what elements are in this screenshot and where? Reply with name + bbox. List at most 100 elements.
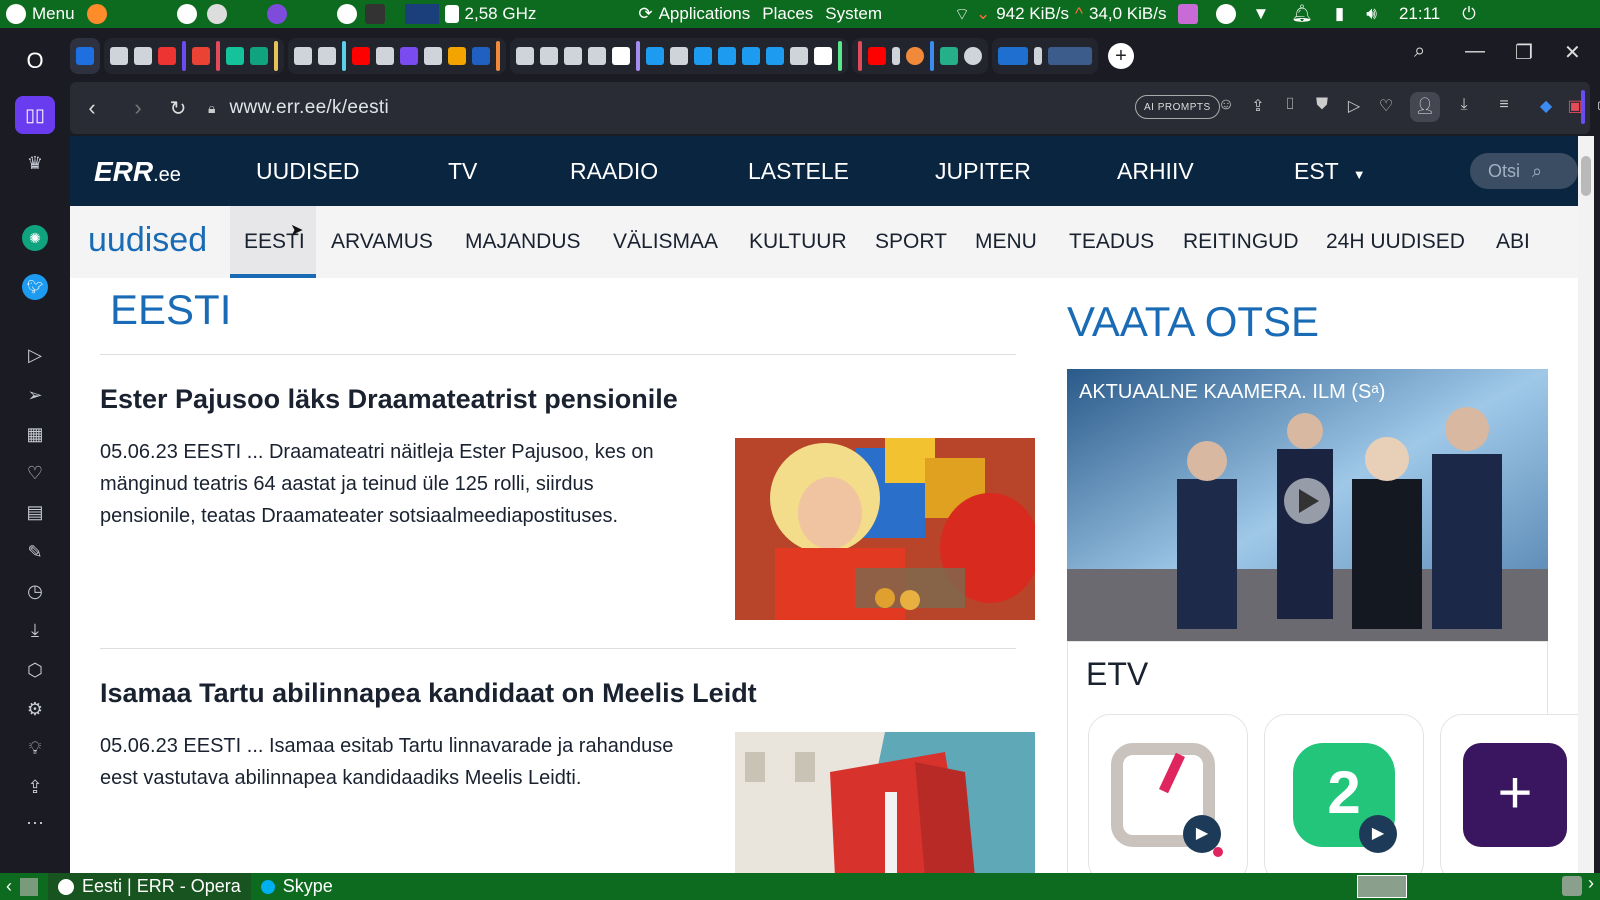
doc-tab-icon[interactable] xyxy=(588,47,606,65)
err-tab-icon[interactable] xyxy=(998,47,1028,65)
infinity-tab-icon[interactable] xyxy=(400,47,418,65)
audio-monitor-icon[interactable] xyxy=(1178,4,1199,24)
crown-icon[interactable]: ♛ xyxy=(22,150,48,176)
doc-tab-icon[interactable] xyxy=(134,47,152,65)
subnav-reitingud[interactable]: REITINGUD xyxy=(1183,230,1299,254)
twitter-tab-icon[interactable] xyxy=(694,47,712,65)
opera-menu-icon[interactable]: O xyxy=(22,48,48,74)
snapshot-icon[interactable]: ⌷ xyxy=(1279,96,1301,118)
wifi-icon[interactable]: ▼ xyxy=(1252,4,1269,24)
tor-icon[interactable] xyxy=(266,4,287,24)
doc-tab-icon[interactable] xyxy=(110,47,128,65)
trash-icon[interactable] xyxy=(1562,876,1582,896)
pinboard-icon[interactable]: ✎ xyxy=(22,539,48,565)
extension-gem-icon[interactable]: ◆ xyxy=(1535,96,1557,118)
extensions-cube-icon[interactable]: ⬡ xyxy=(1593,96,1600,118)
err-logo[interactable]: ERR.ee xyxy=(94,156,181,188)
applications-menu[interactable]: ⟳ Applications xyxy=(632,4,756,24)
forward-button[interactable]: › xyxy=(120,95,156,121)
reload-button[interactable]: ↻ xyxy=(160,96,196,121)
speaker-tab-icon[interactable] xyxy=(892,47,900,65)
nav-uudised[interactable]: UUDISED xyxy=(256,158,360,185)
museum-tab-icon[interactable] xyxy=(376,47,394,65)
doc-tab-icon[interactable] xyxy=(564,47,582,65)
app-launcher-icon[interactable] xyxy=(176,4,197,24)
slides-tab-icon[interactable] xyxy=(448,47,466,65)
clock-tab-icon[interactable] xyxy=(158,47,176,65)
new-tab-button[interactable]: + xyxy=(1108,43,1134,69)
notification-bell-icon[interactable]: 🔔︎ xyxy=(1291,4,1313,24)
twitter-tab-icon[interactable] xyxy=(766,47,784,65)
search-input[interactable]: Otsi ⌕ xyxy=(1470,153,1578,189)
ai-prompts-button[interactable]: AI PROMPTS xyxy=(1135,95,1220,119)
tab-group-1[interactable] xyxy=(70,38,100,74)
j-tab-icon[interactable] xyxy=(964,47,982,65)
workspace-switcher[interactable] xyxy=(1357,875,1407,898)
scrollbar-thumb[interactable] xyxy=(1581,156,1591,196)
article-title[interactable]: Isamaa Tartu abilinnapea kandidaat on Me… xyxy=(100,678,757,709)
nav-jupiter[interactable]: JUPITER xyxy=(935,158,1031,185)
subnav-kultuur[interactable]: KULTUUR xyxy=(749,230,847,254)
volume-icon[interactable]: 🔊︎ xyxy=(1366,4,1377,24)
article-title[interactable]: Ester Pajusoo läks Draamateatrist pensio… xyxy=(100,384,678,415)
page-scrollbar[interactable] xyxy=(1578,136,1594,873)
system-menu[interactable]: System xyxy=(819,4,888,24)
show-desktop-icon[interactable] xyxy=(20,877,38,896)
downloads-icon[interactable]: ⤓ xyxy=(1453,96,1475,118)
subnav-teadus[interactable]: TEADUS xyxy=(1069,230,1154,254)
bookmark-heart-icon[interactable]: ♡ xyxy=(1375,96,1397,118)
psi-tab-icon[interactable] xyxy=(670,47,688,65)
lightbulb-icon[interactable]: 💡︎ xyxy=(22,735,48,761)
news-icon[interactable]: ▤ xyxy=(22,499,48,525)
chatgpt-icon[interactable]: ✺ xyxy=(22,225,48,251)
tab-group-5[interactable] xyxy=(852,38,988,74)
taskbar-item-opera[interactable]: Eesti | ERR - Opera xyxy=(48,873,251,900)
article-thumbnail[interactable] xyxy=(735,732,1035,873)
power-icon[interactable]: ⏻ xyxy=(1462,4,1475,24)
video-tab-icon[interactable] xyxy=(868,47,886,65)
places-menu[interactable]: Places xyxy=(756,4,819,24)
language-selector[interactable]: EST ▼ xyxy=(1294,158,1366,185)
taskbar-right-arrow-icon[interactable]: › xyxy=(1588,873,1594,894)
pinned-tab-icon[interactable] xyxy=(76,47,94,65)
update-icon[interactable]: ⇪ xyxy=(22,774,48,800)
grammarly-tab-icon[interactable] xyxy=(226,47,244,65)
web-tab-icon[interactable] xyxy=(472,47,490,65)
nav-lastele[interactable]: LASTELE xyxy=(748,158,849,185)
profile-icon[interactable]: 👤︎ xyxy=(1410,92,1440,122)
firefox-icon[interactable] xyxy=(86,4,107,24)
battery-icon[interactable]: ▮ xyxy=(1335,4,1344,24)
circle-tab-icon[interactable] xyxy=(906,47,924,65)
doc-tab-icon[interactable] xyxy=(516,47,534,65)
maximize-button[interactable]: ❐ xyxy=(1515,40,1533,65)
tab-group-active[interactable] xyxy=(992,38,1098,74)
subnav-arvamus[interactable]: ARVAMUS xyxy=(331,230,433,254)
cube-tab-icon[interactable] xyxy=(318,47,336,65)
article-thumbnail[interactable] xyxy=(735,438,1035,620)
easy-setup-icon[interactable]: ≡ xyxy=(1493,96,1515,118)
speaker-tab-icon[interactable] xyxy=(1034,47,1042,65)
player-icon[interactable]: ▷ xyxy=(22,342,48,368)
twitter-tab-icon[interactable] xyxy=(718,47,736,65)
settings-icon[interactable]: ⚙ xyxy=(22,696,48,722)
youtube-tab-icon[interactable] xyxy=(352,47,370,65)
share-icon[interactable]: ⇪ xyxy=(1247,96,1269,118)
close-button[interactable]: ✕ xyxy=(1564,40,1581,65)
tab-group-4[interactable] xyxy=(510,38,848,74)
image-tab-icon[interactable] xyxy=(790,47,808,65)
twitter-tab-icon[interactable] xyxy=(742,47,760,65)
subnav-sport[interactable]: SPORT xyxy=(875,230,947,254)
workspace-icon[interactable]: ▯▯ xyxy=(15,96,55,134)
subnav-majandus[interactable]: MAJANDUS xyxy=(465,230,581,254)
send-icon[interactable]: ➢ xyxy=(22,382,48,408)
menu-button[interactable]: Menu xyxy=(0,4,81,24)
clock-text[interactable]: 21:11 xyxy=(1399,4,1440,24)
google-tab-icon[interactable] xyxy=(612,47,630,65)
nav-arhiiv[interactable]: ARHIIV xyxy=(1117,158,1194,185)
adblock-shield-icon[interactable]: ⛊ xyxy=(1311,96,1333,118)
taskbar-left-arrow-icon[interactable]: ‹ xyxy=(6,876,12,897)
tab-search-icon[interactable]: ⌕ xyxy=(1414,40,1425,63)
channel-card-etvplus[interactable]: + xyxy=(1440,714,1578,873)
channel-card-etv2[interactable]: 2 ▶ xyxy=(1264,714,1424,873)
subnav-24h-uudised[interactable]: 24H UUDISED xyxy=(1326,230,1465,254)
